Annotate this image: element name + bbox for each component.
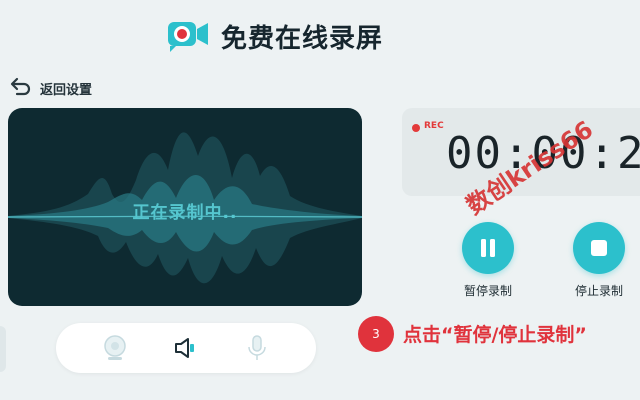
app-title: 免费在线录屏 <box>221 24 384 54</box>
recording-status-text: 正在录制中.. <box>132 203 238 223</box>
speaker-toggle[interactable] <box>171 333 201 363</box>
pause-label: 暂停录制 <box>463 284 512 298</box>
webcam-icon <box>104 335 126 360</box>
stop-button[interactable] <box>573 222 625 274</box>
return-arrow-icon <box>10 77 31 96</box>
camera-record-icon <box>166 17 210 53</box>
pause-icon <box>481 239 495 257</box>
header: 免费在线录屏 <box>0 14 640 58</box>
step-instruction: 点击“暂停/停止录制” <box>403 324 587 346</box>
step-number-badge: 3 <box>358 316 394 352</box>
speaker-icon <box>175 338 194 358</box>
back-to-settings-link[interactable]: 返回设置 <box>10 75 92 99</box>
microphone-toggle[interactable] <box>242 333 272 363</box>
input-source-bar <box>56 323 316 373</box>
microphone-icon <box>248 335 266 360</box>
elapsed-time: 00:00:22 <box>446 128 640 179</box>
rec-indicator-dot <box>412 124 420 132</box>
stop-label: 停止录制 <box>574 284 623 298</box>
audio-waveform-panel: 正在录制中.. <box>8 108 362 306</box>
rec-label: REC <box>424 121 444 131</box>
stop-icon <box>591 240 607 256</box>
recording-timer-panel: REC 00:00:22 <box>402 108 640 196</box>
side-panel-edge <box>0 326 6 372</box>
pause-button[interactable] <box>462 222 514 274</box>
back-label: 返回设置 <box>40 82 93 98</box>
webcam-toggle[interactable] <box>100 333 130 363</box>
